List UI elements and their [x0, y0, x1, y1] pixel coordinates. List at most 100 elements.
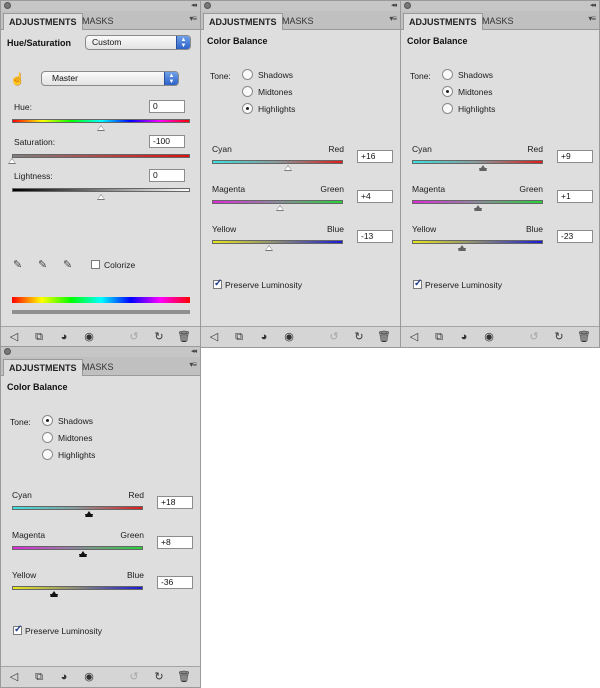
clip-to-layer-icon[interactable]: ⧉ — [231, 329, 247, 345]
saturation-input[interactable]: -100 — [149, 135, 185, 148]
yellow-blue-slider-thumb[interactable] — [264, 245, 273, 251]
radio-midtones[interactable] — [442, 86, 453, 97]
eye-icon[interactable]: ◉ — [481, 329, 497, 345]
back-arrow-icon[interactable]: ◁ — [206, 329, 222, 345]
cyan-red-input[interactable]: +9 — [557, 150, 593, 163]
back-arrow-icon[interactable]: ◁ — [6, 329, 22, 345]
cyan-red-input[interactable]: +18 — [157, 496, 193, 509]
close-icon[interactable] — [4, 348, 11, 355]
clip-to-layer-icon[interactable]: ⧉ — [31, 669, 47, 685]
collapse-icon[interactable]: ◂◂ — [590, 1, 596, 10]
magenta-green-slider[interactable] — [412, 200, 543, 204]
view-previous-state-icon[interactable]: ↺ — [126, 669, 142, 685]
view-previous-state-icon[interactable]: ↺ — [126, 329, 142, 345]
yellow-blue-slider[interactable] — [12, 586, 143, 590]
cyan-red-slider[interactable] — [412, 160, 543, 164]
preserve-luminosity-checkbox[interactable] — [13, 624, 22, 635]
magenta-green-input[interactable]: +8 — [157, 536, 193, 549]
panel-menu-icon[interactable]: ▾≡ — [588, 14, 596, 23]
radio-shadows[interactable] — [42, 415, 53, 426]
tab-masks[interactable]: MASKS — [477, 13, 519, 29]
clip-to-layer-icon[interactable]: ⧉ — [431, 329, 447, 345]
magenta-green-slider[interactable] — [12, 546, 143, 550]
cyan-red-slider[interactable] — [212, 160, 343, 164]
collapse-icon[interactable]: ◂◂ — [391, 1, 397, 10]
close-icon[interactable] — [4, 2, 11, 9]
layer-visibility-icon[interactable]: ◕ — [56, 669, 72, 685]
magenta-green-slider-thumb[interactable] — [78, 551, 87, 557]
eyedropper-plus-icon[interactable]: ✎ — [38, 258, 50, 272]
clip-to-layer-icon[interactable]: ⧉ — [31, 329, 47, 345]
yellow-blue-slider-thumb[interactable] — [458, 245, 467, 251]
collapse-icon[interactable]: ◂◂ — [191, 1, 197, 10]
eye-icon[interactable]: ◉ — [81, 329, 97, 345]
tab-masks[interactable]: MASKS — [77, 359, 119, 375]
layer-visibility-icon[interactable]: ◕ — [56, 329, 72, 345]
trash-icon[interactable]: 🗑 — [176, 329, 192, 345]
cyan-red-input[interactable]: +16 — [357, 150, 393, 163]
close-icon[interactable] — [404, 2, 411, 9]
hue-slider[interactable] — [12, 119, 190, 123]
yellow-blue-input[interactable]: -36 — [157, 576, 193, 589]
magenta-green-input[interactable]: +4 — [357, 190, 393, 203]
magenta-green-slider-thumb[interactable] — [474, 205, 483, 211]
magenta-green-input[interactable]: +1 — [557, 190, 593, 203]
magenta-green-slider-thumb[interactable] — [276, 205, 285, 211]
yellow-blue-slider[interactable] — [412, 240, 543, 244]
cyan-red-slider-thumb[interactable] — [479, 165, 488, 171]
back-arrow-icon[interactable]: ◁ — [406, 329, 422, 345]
radio-midtones[interactable] — [42, 432, 53, 443]
lightness-slider[interactable] — [12, 188, 190, 192]
view-previous-state-icon[interactable]: ↺ — [326, 329, 342, 345]
hue-slider-thumb[interactable] — [97, 125, 105, 131]
saturation-slider[interactable] — [12, 154, 190, 158]
panel-menu-icon[interactable]: ▾≡ — [389, 14, 397, 23]
tab-adjustments[interactable]: ADJUSTMENTS — [3, 359, 83, 376]
cyan-red-slider-thumb[interactable] — [85, 511, 94, 517]
trash-icon[interactable]: 🗑 — [176, 669, 192, 685]
preserve-luminosity-checkbox[interactable] — [413, 278, 422, 289]
view-previous-state-icon[interactable]: ↺ — [526, 329, 542, 345]
eyedropper-minus-icon[interactable]: ✎ — [63, 258, 75, 272]
radio-highlights[interactable] — [442, 103, 453, 114]
lightness-slider-thumb[interactable] — [97, 194, 105, 200]
tab-adjustments[interactable]: ADJUSTMENTS — [403, 13, 483, 30]
eye-icon[interactable]: ◉ — [81, 669, 97, 685]
close-icon[interactable] — [204, 2, 211, 9]
trash-icon[interactable]: 🗑 — [576, 329, 592, 345]
radio-highlights[interactable] — [42, 449, 53, 460]
panel-menu-icon[interactable]: ▾≡ — [189, 14, 197, 23]
magenta-green-slider[interactable] — [212, 200, 343, 204]
channel-dropdown[interactable]: Master ▲ ▼ — [41, 71, 179, 86]
collapse-icon[interactable]: ◂◂ — [191, 347, 197, 356]
layer-visibility-icon[interactable]: ◕ — [256, 329, 272, 345]
reset-icon[interactable]: ↻ — [551, 329, 567, 345]
reset-icon[interactable]: ↻ — [151, 329, 167, 345]
lightness-input[interactable]: 0 — [149, 169, 185, 182]
preset-dropdown[interactable]: Custom ▲ ▼ — [85, 35, 191, 50]
preserve-luminosity-checkbox[interactable] — [213, 278, 222, 289]
panel-menu-icon[interactable]: ▾≡ — [189, 360, 197, 369]
radio-midtones[interactable] — [242, 86, 253, 97]
tab-adjustments[interactable]: ADJUSTMENTS — [3, 13, 83, 30]
trash-icon[interactable]: 🗑 — [376, 329, 392, 345]
yellow-blue-slider-thumb[interactable] — [49, 591, 58, 597]
reset-icon[interactable]: ↻ — [151, 669, 167, 685]
radio-highlights[interactable] — [242, 103, 253, 114]
cyan-red-slider-thumb[interactable] — [283, 165, 292, 171]
radio-shadows[interactable] — [242, 69, 253, 80]
targeted-adjustment-hand-icon[interactable]: ☝ — [10, 72, 25, 86]
cyan-red-slider[interactable] — [12, 506, 143, 510]
tab-masks[interactable]: MASKS — [277, 13, 319, 29]
yellow-blue-slider[interactable] — [212, 240, 343, 244]
yellow-blue-input[interactable]: -23 — [557, 230, 593, 243]
reset-icon[interactable]: ↻ — [351, 329, 367, 345]
back-arrow-icon[interactable]: ◁ — [6, 669, 22, 685]
tab-adjustments[interactable]: ADJUSTMENTS — [203, 13, 283, 30]
yellow-blue-input[interactable]: -13 — [357, 230, 393, 243]
eye-icon[interactable]: ◉ — [281, 329, 297, 345]
eyedropper-icon[interactable]: ✎ — [13, 258, 25, 272]
colorize-checkbox[interactable] — [91, 260, 100, 269]
tab-masks[interactable]: MASKS — [77, 13, 119, 29]
saturation-slider-thumb[interactable] — [8, 158, 16, 164]
